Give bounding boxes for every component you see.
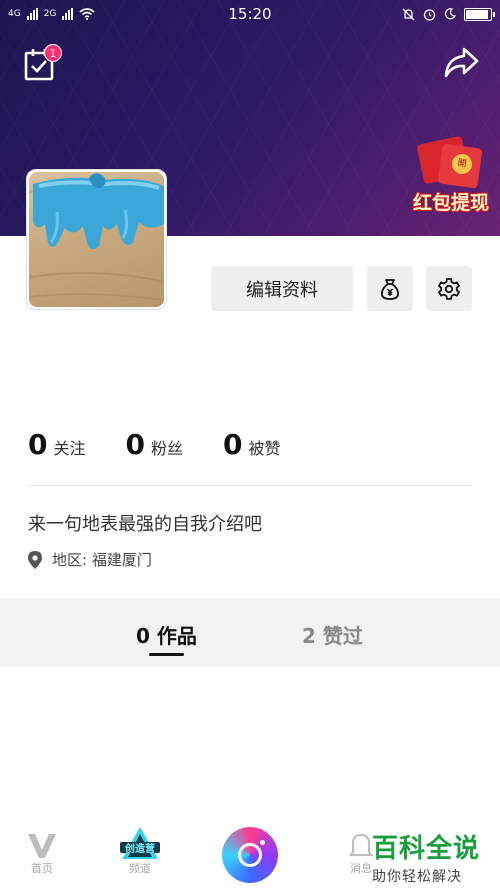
region-text: 地区: 福建厦门 [52, 551, 152, 569]
status-bar-left: 4G 2G [8, 8, 95, 20]
red-packet-promo-label: 红包提现 [412, 192, 489, 214]
avatar[interactable] [26, 169, 167, 310]
followers-stat[interactable]: 0 粉丝 [126, 428, 184, 461]
nav-home-label: 首页 [31, 862, 53, 875]
status-bar-right [402, 7, 495, 21]
followers-count: 0 [125, 428, 145, 461]
tab-liked-count: 2 [302, 624, 316, 648]
location-pin-icon [28, 550, 42, 569]
wifi-icon [79, 8, 95, 20]
likes-count: 0 [223, 428, 243, 461]
home-v-icon [28, 834, 56, 858]
followers-label: 粉丝 [150, 439, 183, 458]
tab-works-count: 0 [136, 624, 150, 648]
record-button[interactable] [222, 827, 278, 883]
signal-4g-label: 4G [8, 9, 21, 19]
tab-liked-label: 赞过 [322, 624, 363, 648]
settings-button[interactable] [426, 266, 472, 311]
status-bar: 4G 2G 15:20 [0, 0, 500, 28]
bell-icon [349, 833, 373, 856]
following-stat[interactable]: 0 关注 [28, 428, 86, 461]
following-label: 关注 [53, 439, 86, 458]
notification-badge: 1 [44, 44, 62, 62]
edit-profile-button[interactable]: 编辑资料 [211, 266, 353, 311]
nav-messages-label: 消息 [350, 862, 372, 875]
wallet-button[interactable] [367, 266, 413, 311]
share-icon[interactable] [442, 46, 480, 80]
nav-home[interactable]: 首页 [22, 832, 62, 876]
content-tabs: 0 作品 2 赞过 [0, 598, 500, 667]
signal-icon [26, 8, 38, 20]
battery-icon [464, 7, 495, 21]
signal-2g-label: 2G [43, 9, 57, 19]
tab-works-label: 作品 [156, 624, 197, 648]
following-count: 0 [28, 428, 48, 461]
signal-icon-2 [62, 8, 74, 20]
profile-stats: 0 关注 0 粉丝 0 被赞 [28, 428, 321, 461]
channel-logo-text: 创造营 [125, 844, 155, 855]
nav-channel[interactable]: 创造营 频道 [112, 826, 168, 876]
watermark-subtitle: 助你轻松解决 [372, 869, 462, 885]
active-tab-indicator [149, 653, 184, 656]
gear-icon [438, 277, 460, 300]
red-packet-withdraw-promo[interactable]: 開 红包提现 [402, 135, 500, 218]
tab-works[interactable]: 0 作品 [136, 620, 197, 649]
avatar-image [29, 172, 164, 307]
moon-icon [444, 8, 456, 20]
watermark: 百科全说 助你轻松解决 [372, 828, 500, 886]
record-ring-icon [238, 843, 262, 867]
nav-channel-label: 频道 [129, 862, 151, 875]
money-bag-icon [380, 278, 400, 300]
likes-label: 被赞 [248, 439, 281, 458]
region-info: 地区: 福建厦门 [28, 549, 152, 570]
tab-liked[interactable]: 2 赞过 [302, 620, 363, 649]
likes-stat[interactable]: 0 被赞 [223, 428, 281, 461]
watermark-title: 百科全说 [372, 834, 481, 864]
bio-text[interactable]: 来一句地表最强的自我介绍吧 [28, 510, 262, 536]
mute-icon [402, 8, 415, 20]
record-dot-icon [260, 840, 265, 845]
divider [28, 485, 472, 486]
alarm-icon [423, 8, 436, 21]
